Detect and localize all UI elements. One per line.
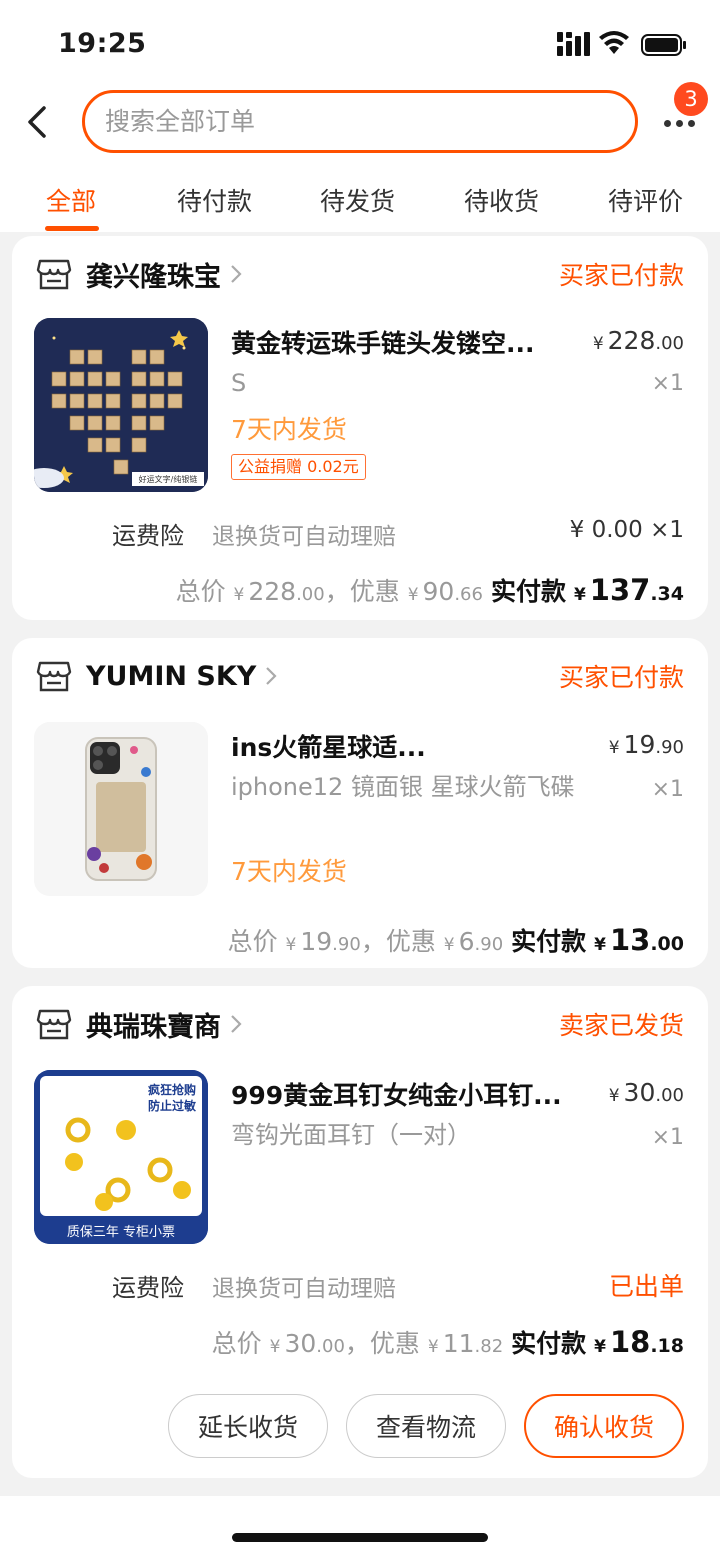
more-dot-icon xyxy=(688,120,695,127)
svg-text:好运文字/纯银链: 好运文字/纯银链 xyxy=(139,474,198,484)
product-title[interactable]: ins火箭星球适... xyxy=(231,728,551,764)
ship-time: 7天内发货 xyxy=(231,857,347,886)
battery-icon xyxy=(641,34,686,56)
tab-pending-receipt[interactable]: 待收货 xyxy=(464,182,539,218)
nav-bar: 3 xyxy=(0,82,720,154)
chevron-right-icon xyxy=(231,1015,242,1033)
order-status: 卖家已发货 xyxy=(558,1011,684,1040)
home-indicator[interactable] xyxy=(232,1533,488,1542)
home-indicator-area xyxy=(0,1496,720,1558)
confirm-receipt-button[interactable]: 确认收货 xyxy=(524,1394,684,1458)
insurance-desc: 退换货可自动理赔 xyxy=(212,1276,396,1302)
insurance-price: ¥ 0.00 ×1 xyxy=(569,517,684,543)
search-input[interactable] xyxy=(105,107,635,136)
phone-case-image xyxy=(34,722,208,896)
product-sku: iphone12 镜面银 星球火箭飞碟 xyxy=(231,773,575,801)
back-arrow-icon[interactable] xyxy=(20,100,56,144)
shop-link[interactable]: 龚兴隆珠宝 xyxy=(36,254,243,294)
status-bar: 19:25 xyxy=(0,0,720,90)
order-summary: 总价 ¥30.00，优惠 ¥11.82 实付款 ¥18.18 xyxy=(211,1325,684,1359)
cellular-signal-icon xyxy=(557,32,590,56)
product-title[interactable]: 999黄金耳钉女纯金小耳钉... xyxy=(231,1076,591,1112)
shop-name: 典瑞珠寶商 xyxy=(86,1011,221,1043)
store-icon xyxy=(36,259,72,290)
wifi-icon xyxy=(599,31,629,54)
extend-receipt-button[interactable]: 延长收货 xyxy=(168,1394,328,1458)
insurance-label: 运费险 xyxy=(112,522,184,550)
order-card[interactable]: YUMIN SKY 买家已付款 ins火箭星球适... ¥19.90 iphon… xyxy=(12,638,708,968)
shop-link[interactable]: 典瑞珠寶商 xyxy=(36,1004,243,1044)
shop-name: YUMIN SKY xyxy=(86,660,257,692)
product-image[interactable]: 疯狂抢购 防止过敏 质保三年 专柜小票 xyxy=(34,1070,208,1244)
tab-pending-payment[interactable]: 待付款 xyxy=(177,182,252,218)
order-summary: 总价 ¥19.90，优惠 ¥6.90 实付款 ¥13.00 xyxy=(227,923,684,957)
shop-link[interactable]: YUMIN SKY xyxy=(36,656,278,696)
product-title[interactable]: 黄金转运珠手链头发镂空... xyxy=(231,324,576,360)
notification-badge: 3 xyxy=(674,82,708,116)
insurance-status: 已出单 xyxy=(608,1272,684,1301)
store-icon xyxy=(36,661,72,692)
svg-text:质保三年 专柜小票: 质保三年 专柜小票 xyxy=(67,1225,175,1240)
chevron-right-icon xyxy=(266,667,277,685)
svg-text:防止过敏: 防止过敏 xyxy=(148,1098,197,1113)
product-sku: S xyxy=(231,369,247,397)
view-logistics-button[interactable]: 查看物流 xyxy=(346,1394,506,1458)
order-tabs: 全部 待付款 待发货 待收货 待评价 xyxy=(0,170,720,232)
donation-tag: 公益捐赠 0.02元 xyxy=(231,454,366,480)
product-price: ¥228.00 xyxy=(592,326,684,355)
chevron-right-icon xyxy=(231,265,242,283)
product-price: ¥30.00 xyxy=(608,1078,684,1107)
svg-text:疯狂抢购: 疯狂抢购 xyxy=(148,1082,196,1097)
order-summary: 总价 ¥228.00，优惠 ¥90.66 实付款 ¥137.34 xyxy=(175,573,684,607)
insurance-label: 运费险 xyxy=(112,1274,184,1302)
insurance-desc: 退换货可自动理赔 xyxy=(212,524,396,550)
product-qty: ×1 xyxy=(651,1125,684,1150)
store-icon xyxy=(36,1009,72,1040)
ship-time: 7天内发货 xyxy=(231,415,347,444)
status-time: 19:25 xyxy=(58,28,147,59)
order-card[interactable]: 典瑞珠寶商 卖家已发货 疯狂抢购 防止过敏 质保三年 专柜小票 999黄金耳钉女… xyxy=(12,986,708,1478)
search-box[interactable] xyxy=(82,90,638,153)
product-image[interactable] xyxy=(34,722,208,896)
order-status: 买家已付款 xyxy=(558,261,684,290)
active-tab-indicator xyxy=(45,226,99,231)
product-price: ¥19.90 xyxy=(608,730,684,759)
product-sku: 弯钩光面耳钉（一对） xyxy=(231,1121,471,1149)
letter-tiles-bracelet-image: 好运文字/纯银链 xyxy=(34,318,208,492)
order-status: 买家已付款 xyxy=(558,663,684,692)
order-actions: 延长收货 查看物流 确认收货 xyxy=(12,1394,708,1458)
shop-name: 龚兴隆珠宝 xyxy=(86,261,221,293)
more-dot-icon xyxy=(676,120,683,127)
tab-pending-shipment[interactable]: 待发货 xyxy=(320,182,395,218)
tab-pending-review[interactable]: 待评价 xyxy=(608,182,683,218)
tab-all[interactable]: 全部 xyxy=(46,182,96,218)
more-dot-icon xyxy=(664,120,671,127)
product-qty: ×1 xyxy=(651,371,684,396)
product-qty: ×1 xyxy=(651,777,684,802)
order-card[interactable]: 龚兴隆珠宝 买家已付款 好运文字/纯银链 黄金转运珠手链头发镂空... ¥228… xyxy=(12,236,708,620)
gold-earrings-image: 疯狂抢购 防止过敏 质保三年 专柜小票 xyxy=(34,1070,208,1244)
product-image[interactable]: 好运文字/纯银链 xyxy=(34,318,208,492)
header: 19:25 3 xyxy=(0,0,720,232)
